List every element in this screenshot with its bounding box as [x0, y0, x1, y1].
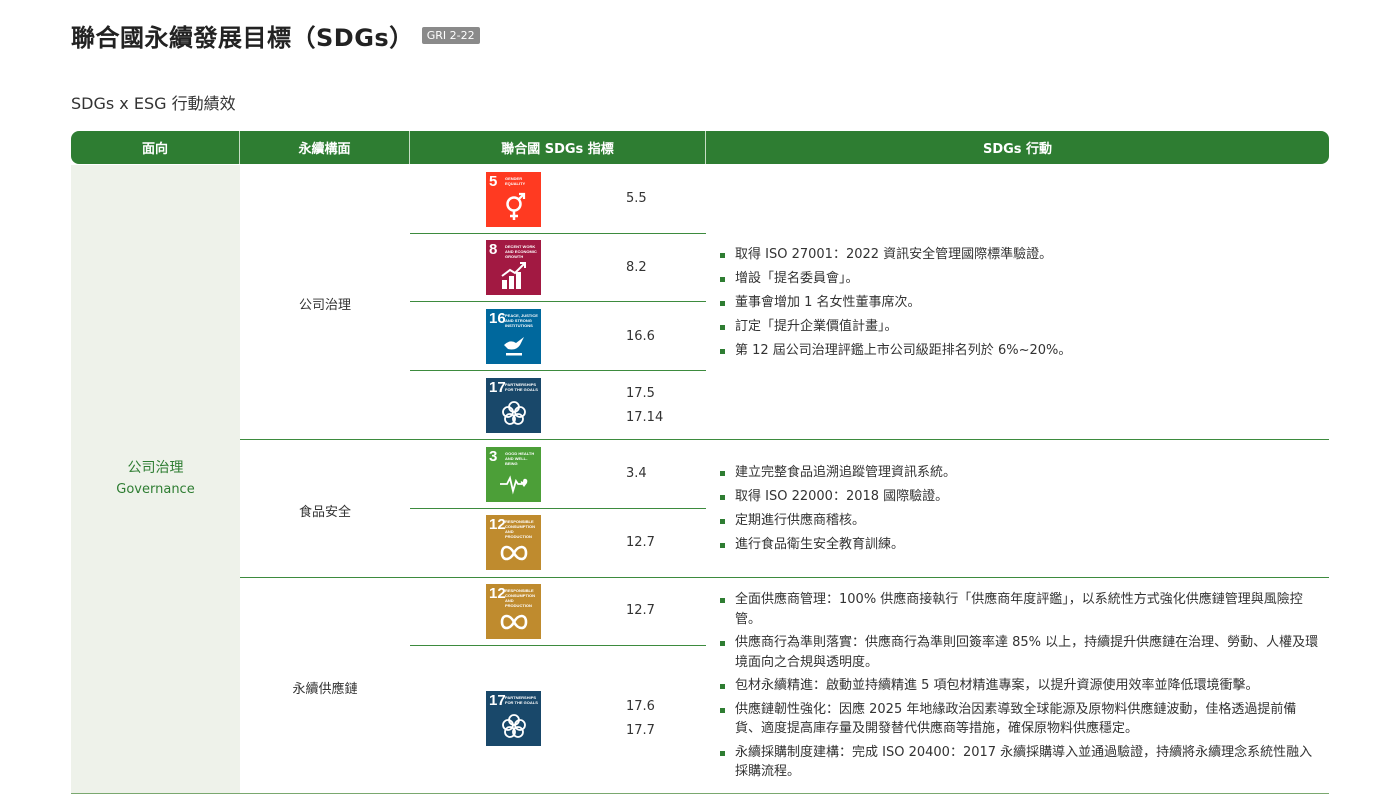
list-item: 永續採購制度建構：完成 ISO 20400：2017 永續採購導入並通過驗證，持… — [720, 743, 1320, 782]
indicator-value: 17.5 — [626, 386, 655, 401]
header-sdg-actions: SDGs 行動 — [982, 142, 1053, 157]
sdg-16-peace-justice-icon: 16 PEACE, JUSTICE AND STRONG INSTITUTION… — [486, 309, 541, 364]
list-item: 訂定「提升企業價值計畫」。 — [720, 317, 1320, 337]
sdg-number: 17 — [489, 379, 506, 396]
dimension-corporate-governance: 公司治理 — [298, 298, 351, 313]
sdg-number: 17 — [489, 692, 506, 709]
section-subtitle: SDGs x ESG 行動績效 — [71, 94, 236, 113]
list-item: 供應鏈韌性強化：因應 2025 年地緣政治因素導致全球能源及原物料供應鏈波動，佳… — [720, 700, 1320, 739]
indicator-value: 16.6 — [626, 329, 655, 344]
gender-symbol-icon — [506, 192, 526, 220]
gri-tag: GRI 2-22 — [421, 27, 480, 44]
infinity-icon — [500, 614, 528, 630]
list-item: 董事會增加 1 名女性董事席次。 — [720, 293, 1320, 313]
dimension-food-safety: 食品安全 — [298, 505, 351, 520]
sdg-5-gender-equality-icon: 5 GENDER EQUALITY — [486, 172, 541, 227]
partnership-rings-icon — [502, 714, 526, 738]
section-divider — [240, 439, 1329, 440]
food-safety-actions-list: 建立完整食品追溯追蹤管理資訊系統。 取得 ISO 22000：2018 國際驗證… — [720, 463, 1320, 559]
row-divider — [410, 301, 706, 302]
indicator-value: 17.6 — [626, 699, 655, 714]
section-divider — [240, 577, 1329, 578]
header-dimension: 永續構面 — [240, 131, 410, 164]
table-header: 面向 永續構面 聯合國 SDGs 指標 SDGs 行動 — [71, 131, 1329, 164]
sdg-number: 5 — [489, 173, 498, 190]
indicator-value: 17.14 — [626, 410, 664, 425]
indicator-value: 12.7 — [626, 535, 655, 550]
supply-chain-actions-list: 全面供應商管理：100% 供應商接執行「供應商年度評鑑」，以系統性方式強化供應鏈… — [720, 590, 1320, 786]
aspect-name-en: Governance — [116, 482, 195, 497]
infinity-icon — [500, 545, 528, 561]
header-aspect: 面向 — [71, 131, 240, 164]
list-item: 第 12 屆公司治理評鑑上市公司級距排名列於 6%~20%。 — [720, 341, 1320, 361]
list-item: 定期進行供應商稽核。 — [720, 511, 1320, 531]
list-item: 取得 ISO 22000：2018 國際驗證。 — [720, 487, 1320, 507]
sdg-3-good-health-icon: 3 GOOD HEALTH AND WELL-BEING — [486, 447, 541, 502]
sdg-17-partnerships-icon: 17 PARTNERSHIPS FOR THE GOALS — [486, 378, 541, 433]
sdg-caption: PARTNERSHIPS FOR THE GOALS — [505, 382, 538, 392]
list-item: 包材永續精進：啟動並持續精進 5 項包材精進專案，以提升資源使用效率並降低環境衝… — [720, 676, 1320, 696]
sdg-number: 16 — [489, 310, 506, 327]
indicator-value: 12.7 — [626, 603, 655, 618]
list-item: 建立完整食品追溯追蹤管理資訊系統。 — [720, 463, 1320, 483]
sdg-caption: GENDER EQUALITY — [505, 176, 526, 186]
indicator-value: 8.2 — [626, 260, 647, 275]
sdg-17-partnerships-icon: 17 PARTNERSHIPS FOR THE GOALS — [486, 691, 541, 746]
row-divider — [410, 370, 706, 371]
sdg-caption: PARTNERSHIPS FOR THE GOALS — [505, 695, 538, 705]
dimension-sustainable-supply-chain: 永續供應鏈 — [292, 682, 358, 697]
row-divider — [410, 233, 706, 234]
sdg-8-decent-work-icon: 8 DECENT WORK AND ECONOMIC GROWTH — [486, 240, 541, 295]
sdg-caption: GOOD HEALTH AND WELL-BEING — [505, 451, 535, 466]
partnership-rings-icon — [502, 401, 526, 425]
sdg-12-responsible-consumption-icon: 12 RESPONSIBLE CONSUMPTION AND PRODUCTIO… — [486, 515, 541, 570]
row-divider — [410, 645, 706, 646]
list-item: 增設「提名委員會」。 — [720, 269, 1320, 289]
sdg-number: 12 — [489, 516, 506, 533]
sdg-caption: DECENT WORK AND ECONOMIC GROWTH — [505, 244, 537, 259]
list-item: 取得 ISO 27001：2022 資訊安全管理國際標準驗證。 — [720, 245, 1320, 265]
indicator-value: 3.4 — [626, 466, 647, 481]
page-title: 聯合國永續發展目標（SDGs） GRI 2-22 — [71, 18, 480, 53]
aspect-name-zh: 公司治理 — [127, 460, 184, 476]
growth-chart-icon — [501, 262, 526, 289]
header-sdg-indicator: 聯合國 SDGs 指標 — [410, 131, 706, 164]
list-item: 全面供應商管理：100% 供應商接執行「供應商年度評鑑」，以系統性方式強化供應鏈… — [720, 590, 1320, 629]
aspect-cell: 公司治理 Governance — [71, 165, 240, 793]
page-title-text: 聯合國永續發展目標（SDGs） — [71, 24, 414, 52]
list-item: 進行食品衛生安全教育訓練。 — [720, 535, 1320, 555]
sdg-number: 3 — [489, 448, 498, 465]
sdg-12-responsible-consumption-icon: 12 RESPONSIBLE CONSUMPTION AND PRODUCTIO… — [486, 584, 541, 639]
heartbeat-icon — [500, 475, 528, 495]
dove-gavel-icon — [504, 337, 524, 356]
sdg-number: 8 — [489, 241, 498, 258]
row-divider — [410, 508, 706, 509]
indicator-value: 17.7 — [626, 723, 655, 738]
sdg-caption: PEACE, JUSTICE AND STRONG INSTITUTIONS — [505, 313, 538, 328]
table-bottom-border — [71, 793, 1329, 794]
governance-actions-list: 取得 ISO 27001：2022 資訊安全管理國際標準驗證。 增設「提名委員會… — [720, 245, 1320, 365]
sdg-number: 12 — [489, 585, 506, 602]
indicator-value: 5.5 — [626, 191, 647, 206]
list-item: 供應商行為準則落實：供應商行為準則回簽率達 85% 以上，持續提升供應鏈在治理、… — [720, 633, 1320, 672]
